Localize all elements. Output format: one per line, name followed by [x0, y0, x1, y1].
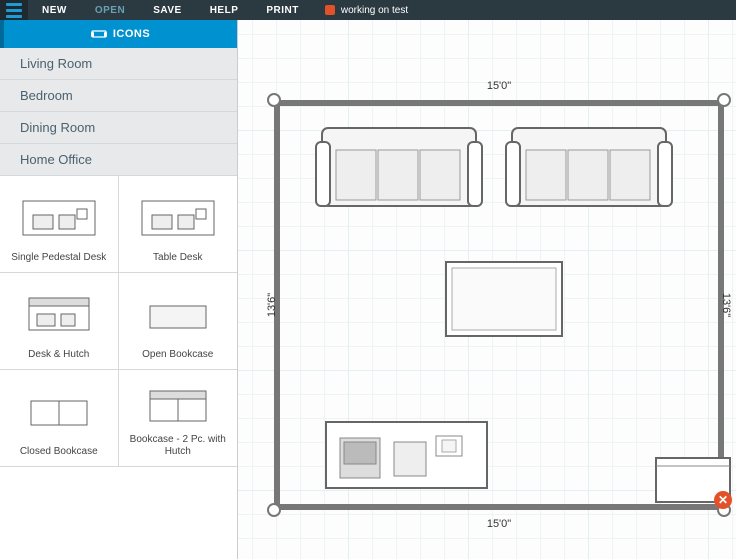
- tab-label: ICONS: [113, 28, 150, 40]
- menu-open[interactable]: OPEN: [81, 5, 139, 16]
- close-button[interactable]: ✕: [714, 491, 732, 509]
- palette-label: Table Desk: [153, 252, 202, 264]
- corner-handle[interactable]: [267, 93, 281, 107]
- menu-help[interactable]: HELP: [196, 5, 253, 16]
- topbar: NEW OPEN SAVE HELP PRINT working on test: [0, 0, 736, 20]
- palette-item-open-bookcase[interactable]: Open Bookcase: [119, 273, 238, 370]
- palette-label: Open Bookcase: [142, 349, 213, 361]
- corner-handle[interactable]: [717, 93, 731, 107]
- palette-label: Closed Bookcase: [20, 446, 98, 458]
- status-dot-icon: [325, 5, 335, 15]
- sofa-icon: [91, 28, 107, 41]
- hamburger-menu-icon[interactable]: [0, 0, 28, 20]
- corner-handle[interactable]: [267, 503, 281, 517]
- dimension-left: 13'6": [266, 293, 278, 317]
- bookcase-icon: [4, 378, 114, 446]
- dimension-top: 15'0": [487, 80, 511, 92]
- category-dining-room[interactable]: Dining Room: [0, 112, 237, 144]
- palette-label: Desk & Hutch: [28, 349, 89, 361]
- furniture-sofa[interactable]: [314, 120, 484, 215]
- desk-icon: [4, 184, 114, 252]
- menu-save[interactable]: SAVE: [139, 5, 196, 16]
- furniture-palette: Single Pedestal Desk Table Desk Desk & H…: [0, 176, 237, 559]
- category-home-office[interactable]: Home Office: [0, 144, 237, 176]
- close-icon: ✕: [718, 493, 728, 507]
- palette-item-table-desk[interactable]: Table Desk: [119, 176, 238, 273]
- wall-top[interactable]: [274, 100, 724, 106]
- menu-new[interactable]: NEW: [28, 5, 81, 16]
- wall-bottom[interactable]: [274, 504, 724, 510]
- desk-hutch-icon: [4, 281, 114, 349]
- palette-item-single-pedestal-desk[interactable]: Single Pedestal Desk: [0, 176, 119, 273]
- category-bedroom[interactable]: Bedroom: [0, 80, 237, 112]
- sidebar: ICONS Living Room Bedroom Dining Room Ho…: [0, 20, 238, 559]
- furniture-desk[interactable]: [324, 420, 489, 490]
- furniture-table[interactable]: [444, 260, 564, 338]
- palette-label: Single Pedestal Desk: [11, 252, 106, 264]
- status-text: working on test: [341, 5, 408, 16]
- palette-label: Bookcase - 2 Pc. with Hutch: [123, 434, 234, 458]
- category-list: Living Room Bedroom Dining Room Home Off…: [0, 48, 237, 176]
- room-outline[interactable]: 15'0" 13'6" 13'6" 15'0": [274, 100, 724, 510]
- tab-icons[interactable]: ICONS: [0, 20, 237, 48]
- menu-print[interactable]: PRINT: [252, 5, 313, 16]
- palette-item-bookcase-2pc-hutch[interactable]: Bookcase - 2 Pc. with Hutch: [119, 370, 238, 467]
- floorplan-canvas[interactable]: 15'0" 13'6" 13'6" 15'0": [238, 20, 736, 559]
- status-indicator: working on test: [325, 5, 408, 16]
- palette-item-desk-hutch[interactable]: Desk & Hutch: [0, 273, 119, 370]
- dimension-right: 13'6": [720, 293, 732, 317]
- furniture-sofa[interactable]: [504, 120, 674, 215]
- dimension-bottom: 15'0": [487, 518, 511, 530]
- desk-icon: [123, 184, 234, 252]
- bookcase-hutch-icon: [123, 378, 234, 434]
- category-living-room[interactable]: Living Room: [0, 48, 237, 80]
- bookcase-icon: [123, 281, 234, 349]
- palette-item-closed-bookcase[interactable]: Closed Bookcase: [0, 370, 119, 467]
